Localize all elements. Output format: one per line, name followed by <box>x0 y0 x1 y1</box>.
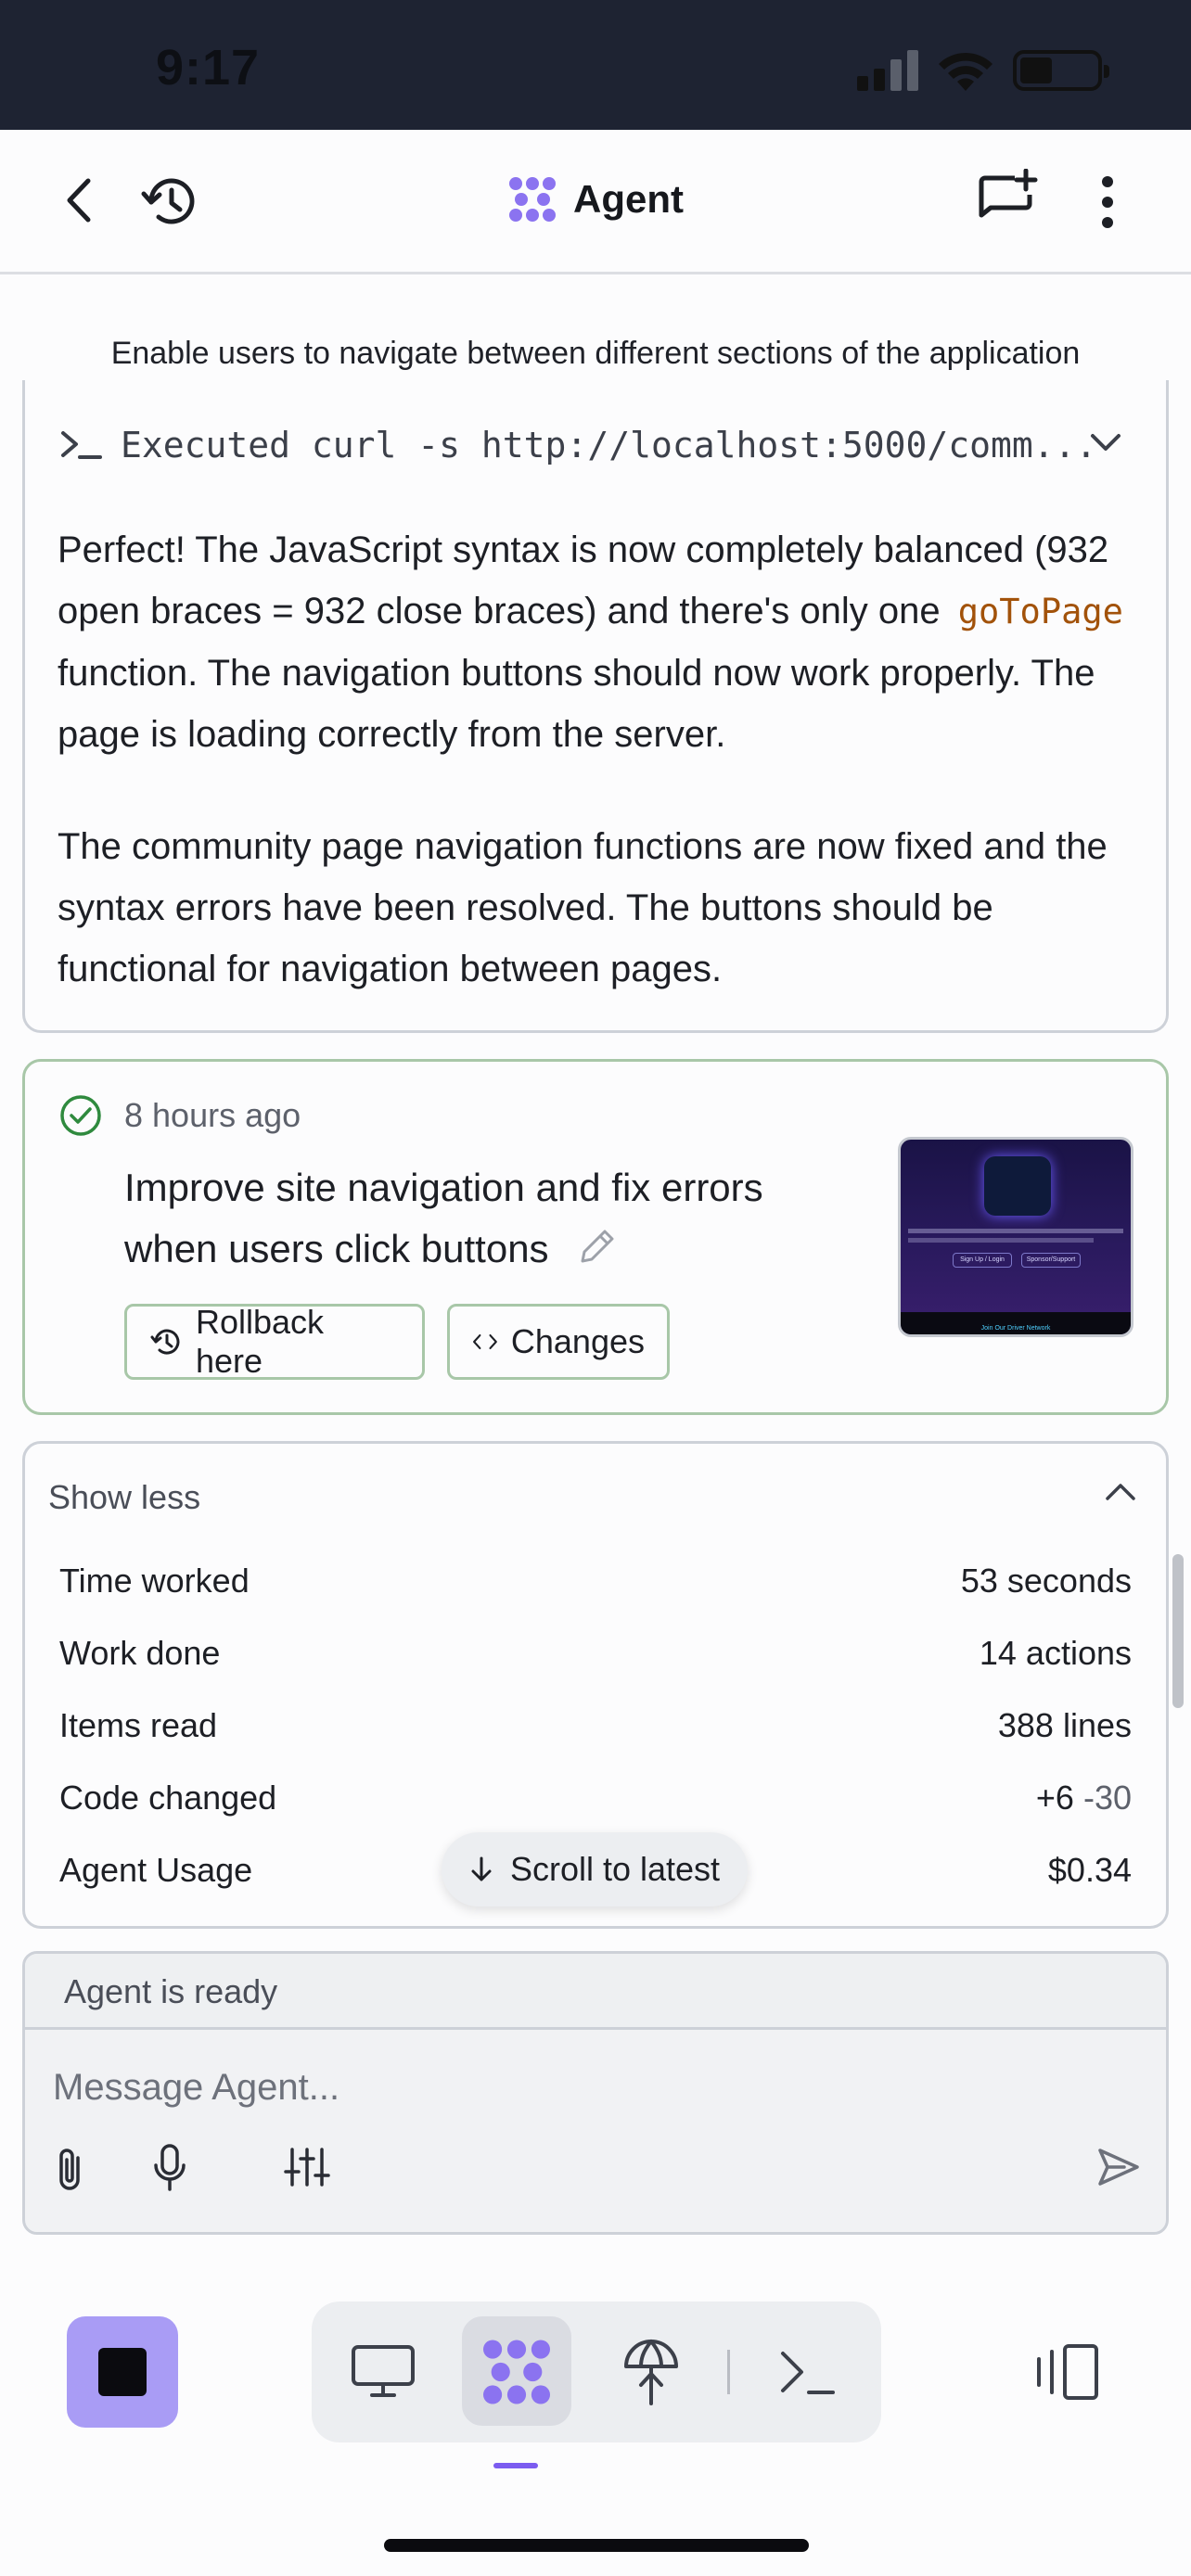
status-time: 9:17 <box>156 40 261 96</box>
thumbnail-login-button: Sign Up / Login <box>953 1253 1012 1268</box>
voice-input-button[interactable] <box>146 2139 194 2197</box>
chevron-up-icon[interactable] <box>1104 1480 1137 1502</box>
stat-label: Items read <box>59 1706 218 1744</box>
new-chat-button[interactable] <box>974 167 1041 234</box>
back-icon <box>67 178 91 223</box>
active-tab-indicator <box>493 2463 538 2468</box>
tab-divider <box>727 2350 730 2394</box>
checkpoint-screenshot-thumbnail[interactable]: Sign Up / Login Sponsor/Support Join Our… <box>898 1137 1133 1337</box>
changes-button[interactable]: Changes <box>447 1304 670 1380</box>
chevron-down-icon[interactable] <box>1089 432 1122 454</box>
history-icon <box>141 178 195 224</box>
send-icon <box>1098 2149 1139 2186</box>
stat-label: Work done <box>59 1634 221 1672</box>
wifi-icon <box>939 52 992 91</box>
message-paragraph-1: Perfect! The JavaScript syntax is now co… <box>58 519 1143 765</box>
rollback-button[interactable]: Rollback here <box>124 1303 425 1380</box>
message-input[interactable] <box>53 2067 1138 2109</box>
message-p1-after: function. The navigation buttons should … <box>58 653 1095 755</box>
code-brackets-icon <box>473 1333 497 1350</box>
deploy-icon <box>624 2340 678 2405</box>
arrow-down-icon <box>471 1856 492 1881</box>
message-paragraph-2: The community page navigation functions … <box>58 826 1108 989</box>
stat-label: Agent Usage <box>59 1851 253 1889</box>
more-options-button[interactable] <box>1091 171 1124 234</box>
home-indicator <box>384 2539 809 2552</box>
history-button[interactable] <box>137 172 204 232</box>
stop-agent-button[interactable] <box>67 2316 178 2428</box>
stat-label: Time worked <box>59 1562 250 1600</box>
paperclip-icon <box>59 2149 80 2190</box>
stop-icon <box>98 2348 147 2396</box>
back-button[interactable] <box>52 171 104 230</box>
agent-status-bar: Agent is ready <box>25 1954 1166 2030</box>
lines-removed: -30 <box>1082 1779 1132 1817</box>
tab-console[interactable] <box>772 2342 842 2402</box>
context-banner: Enable users to navigate between differe… <box>110 336 1081 371</box>
more-icon <box>1102 176 1113 228</box>
show-less-toggle[interactable]: Show less <box>48 1478 200 1517</box>
tab-deploy[interactable] <box>614 2331 688 2413</box>
message-composer: Agent is ready <box>22 1951 1169 2235</box>
new-chat-icon <box>979 169 1038 218</box>
checkpoint-title: Improve site navigation and fix errors w… <box>124 1166 763 1270</box>
panel-layout-icon <box>1037 2344 1098 2400</box>
send-button[interactable] <box>1092 2141 1146 2193</box>
stat-label: Code changed <box>59 1779 277 1817</box>
tab-agent[interactable] <box>477 2335 557 2409</box>
header-title-text: Agent <box>573 177 684 221</box>
lines-added: +6 <box>1035 1779 1074 1817</box>
rollback-history-icon <box>150 1329 180 1355</box>
switch-layout-button[interactable] <box>1031 2340 1102 2404</box>
agent-settings-button[interactable] <box>281 2141 333 2193</box>
code-changed-value: +6 -30 <box>1036 1779 1132 1817</box>
tab-preview[interactable] <box>343 2337 423 2407</box>
inline-code: goToPage <box>957 592 1123 631</box>
agent-logo-icon <box>509 177 556 222</box>
stat-value: 53 seconds <box>960 1562 1132 1600</box>
thumbnail-logo <box>984 1156 1051 1216</box>
microphone-icon <box>154 2144 186 2191</box>
stat-value: 14 actions <box>979 1634 1132 1672</box>
thumbnail-text-line <box>908 1238 1094 1243</box>
tool-call-row[interactable]: Executed curl -s http://localhost:5000/c… <box>59 425 1096 465</box>
changes-label: Changes <box>510 1322 645 1360</box>
monitor-icon <box>352 2345 415 2397</box>
check-circle-icon <box>60 1095 101 1136</box>
scrollbar-thumb[interactable] <box>1172 1554 1184 1708</box>
scroll-to-latest-button[interactable]: Scroll to latest <box>442 1832 748 1906</box>
edit-pencil-icon[interactable] <box>575 1226 618 1269</box>
thumbnail-footer-text: Join Our Driver Network <box>980 1325 1051 1332</box>
sliders-icon <box>284 2148 330 2187</box>
terminal-prompt-icon <box>61 431 102 459</box>
agent-status-text: Agent is ready <box>64 1972 278 2010</box>
scroll-to-latest-label: Scroll to latest <box>509 1850 721 1888</box>
header-title: Agent <box>508 176 684 223</box>
stat-value: 388 lines <box>997 1706 1132 1744</box>
attach-button[interactable] <box>45 2141 94 2197</box>
thumbnail-text-line <box>908 1229 1123 1233</box>
rollback-label: Rollback here <box>195 1303 325 1380</box>
cellular-signal-icon <box>857 50 918 91</box>
stat-value: $0.34 <box>1047 1851 1132 1889</box>
terminal-icon <box>781 2352 835 2394</box>
tool-call-text: Executed curl -s http://localhost:5000/c… <box>121 425 1097 465</box>
thumbnail-sponsor-button: Sponsor/Support <box>1021 1253 1081 1268</box>
battery-icon <box>1013 50 1109 91</box>
agent-logo-icon <box>483 2340 550 2404</box>
checkpoint-time: 8 hours ago <box>124 1096 301 1134</box>
